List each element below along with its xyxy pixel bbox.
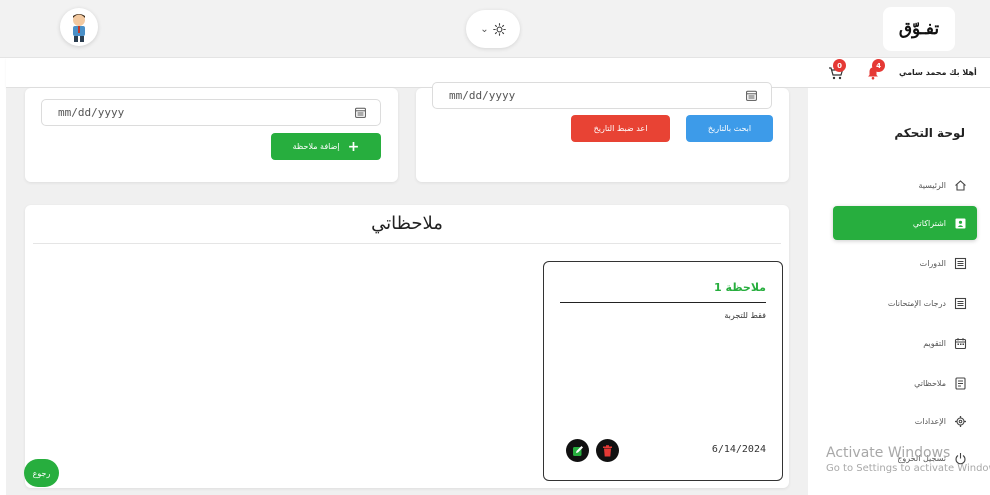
notification-badge: 4 [872,59,885,72]
sidebar-title: لوحة التحكم [894,126,965,140]
reset-date-button[interactable]: اعد ضبط التاريخ [571,115,670,142]
search-by-date-label: ابحث بالتاريخ [707,124,752,133]
note-date-input[interactable]: mm/dd/yyyy [41,99,381,126]
add-note-card: mm/dd/yyyy إضافة ملاحظة + [25,88,398,182]
logo-text: تفـوّق [898,19,940,39]
sidebar-item-label: ملاحظاتي [914,378,946,388]
sidebar-item-settings[interactable]: الإعدادات [833,404,977,438]
notes-icon [955,376,966,390]
watermark-line-1: Activate Windows [826,445,951,461]
top-bar: ⌄ تفـوّق [0,0,990,58]
main-content: mm/dd/yyyy إضافة ملاحظة + mm/dd/yyyy ابح… [6,82,808,495]
chevron-down-icon: ⌄ [480,23,489,35]
sun-icon [492,22,506,36]
sidebar-item-label: الإعدادات [914,416,946,426]
grades-icon [954,297,967,309]
calendar-icon [954,337,967,349]
sidebar-item-courses[interactable]: الدورات [833,246,977,280]
avatar-person-icon [73,14,85,42]
note-item: ملاحظة 1 فقط للتجربة 6/14/2024 [543,261,783,481]
home-icon [955,179,966,191]
back-label: رجوع [32,468,51,478]
id-card-icon [955,218,966,228]
note-body: فقط للتجربة [724,311,766,320]
sidebar-item-subscriptions[interactable]: اشتراكاتي [833,206,977,240]
gear-icon [955,415,966,427]
watermark-line-2: Go to Settings to activate Windows. [826,463,990,474]
sidebar-item-label: الرئيسية [918,180,946,190]
list-icon [954,257,967,269]
notes-card: ملاحظاتي ملاحظة 1 فقط للتجربة 6/14/2024 [25,205,789,488]
windows-activation-watermark: Activate Windows Go to Settings to activ… [826,444,990,476]
sidebar-item-grades[interactable]: درجات الإمتحانات [833,286,977,320]
add-note-button[interactable]: إضافة ملاحظة + [271,133,381,160]
edit-icon [572,445,583,456]
date-filter-card: mm/dd/yyyy ابحث بالتاريخ اعد ضبط التاريخ [416,82,789,182]
reset-date-label: اعد ضبط التاريخ [593,124,648,133]
search-by-date-button[interactable]: ابحث بالتاريخ [686,115,773,142]
sidebar-item-notes[interactable]: ملاحظاتي [833,366,977,400]
sidebar-item-label: اشتراكاتي [912,218,946,228]
note-date: 6/14/2024 [711,444,766,455]
calendar-icon[interactable] [746,90,757,101]
date-placeholder: mm/dd/yyyy [58,106,125,119]
notes-divider [33,243,781,244]
sidebar-item-label: التقويم [923,338,946,348]
note-title: ملاحظة 1 [714,281,766,294]
edit-note-button[interactable] [566,439,589,462]
sidebar-item-home[interactable]: الرئيسية [833,168,977,202]
back-button[interactable]: رجوع [24,459,59,487]
site-logo[interactable]: تفـوّق [883,7,955,51]
cart-badge: 0 [833,59,846,72]
note-title-divider [560,302,766,303]
theme-toggle[interactable]: ⌄ [466,10,520,48]
plus-icon: + [347,138,360,155]
user-avatar[interactable] [60,8,98,46]
sidebar-item-calendar[interactable]: التقويم [833,326,977,360]
delete-note-button[interactable] [596,439,619,462]
date-placeholder: mm/dd/yyyy [449,89,516,102]
filter-date-input[interactable]: mm/dd/yyyy [432,82,772,109]
sidebar-item-label: الدورات [919,258,946,268]
sidebar: لوحة التحكم الرئيسية اشتراكاتي الدورات د… [808,88,990,495]
add-note-label: إضافة ملاحظة [292,142,340,151]
sidebar-item-label: درجات الإمتحانات [887,298,946,308]
calendar-icon[interactable] [355,107,366,118]
trash-icon [603,444,612,456]
greeting-text: أهلا بك محمد سامي [899,68,977,77]
notes-heading: ملاحظاتي [371,213,443,234]
